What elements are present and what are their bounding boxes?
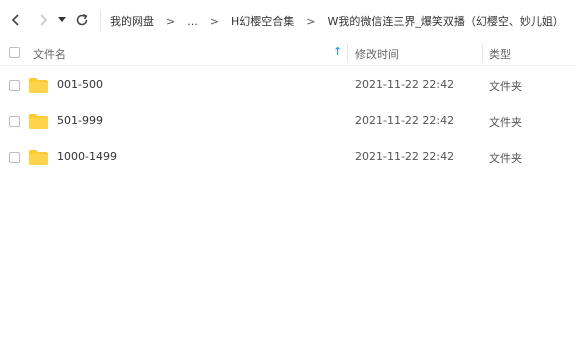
file-mtime: 2021-11-22 22:42: [355, 78, 455, 91]
back-arrow-icon[interactable]: [6, 10, 26, 30]
toolbar: 我的网盘 > ... > H幻樱空合集 > W我的微信连三界_爆笑双播（幻樱空、…: [0, 0, 576, 40]
forward-arrow-icon[interactable]: [33, 10, 53, 30]
folder-icon: [29, 78, 48, 93]
file-mtime: 2021-11-22 22:42: [355, 114, 455, 127]
folder-icon: [29, 150, 48, 165]
table-row[interactable]: 001-500 2021-11-22 22:42 文件夹: [0, 67, 576, 103]
breadcrumb-separator: >: [306, 14, 316, 28]
dropdown-caret-icon[interactable]: [55, 10, 69, 30]
breadcrumb: 我的网盘 > ... > H幻樱空合集 > W我的微信连三界_爆笑双播（幻樱空、…: [100, 10, 576, 32]
sort-up-icon[interactable]: ↑: [333, 45, 342, 58]
column-divider[interactable]: [347, 44, 348, 62]
file-type: 文件夹: [489, 152, 522, 165]
table-row[interactable]: 501-999 2021-11-22 22:42 文件夹: [0, 103, 576, 139]
file-name[interactable]: 001-500: [57, 78, 103, 91]
breadcrumb-item-current[interactable]: W我的微信连三界_爆笑双播（幻樱空、妙儿姐）: [327, 13, 563, 29]
file-name[interactable]: 1000-1499: [57, 150, 117, 163]
row-checkbox[interactable]: [9, 80, 20, 91]
row-checkbox[interactable]: [9, 152, 20, 163]
breadcrumb-item-root[interactable]: 我的网盘: [110, 13, 154, 29]
file-mtime: 2021-11-22 22:42: [355, 150, 455, 163]
breadcrumb-separator: >: [166, 14, 176, 28]
folder-icon: [29, 114, 48, 129]
column-divider[interactable]: [482, 44, 483, 62]
column-header-mtime[interactable]: 修改时间: [355, 46, 399, 62]
file-name[interactable]: 501-999: [57, 114, 103, 127]
table-row[interactable]: 1000-1499 2021-11-22 22:42 文件夹: [0, 139, 576, 175]
column-header-name[interactable]: 文件名: [33, 46, 66, 62]
breadcrumb-item-collection[interactable]: H幻樱空合集: [231, 13, 294, 29]
breadcrumb-item-ellipsis[interactable]: ...: [187, 15, 198, 28]
select-all-checkbox[interactable]: [9, 47, 20, 58]
refresh-icon[interactable]: [72, 10, 92, 30]
breadcrumb-separator: >: [209, 14, 219, 28]
file-type: 文件夹: [489, 116, 522, 129]
column-header-type[interactable]: 类型: [489, 46, 511, 62]
file-type: 文件夹: [489, 80, 522, 93]
row-checkbox[interactable]: [9, 116, 20, 127]
table-header: 文件名 ↑ 修改时间 类型: [0, 40, 576, 66]
